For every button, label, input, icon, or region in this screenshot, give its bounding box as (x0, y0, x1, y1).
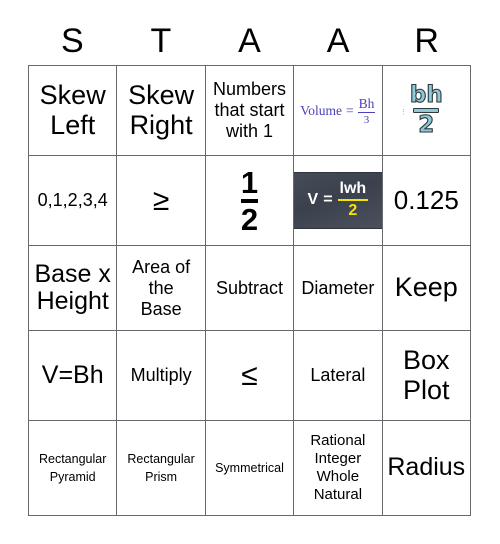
bingo-cell-label: 0,1,2,3,4 (37, 190, 108, 210)
bingo-cell-subtract[interactable]: Subtract (204, 245, 295, 331)
bingo-cell-label: Rectangular Pyramid (38, 452, 107, 484)
bingo-cell-label: Keep (394, 272, 458, 303)
header-letter-3: A (326, 22, 350, 60)
bingo-cell-one-half-fraction[interactable]: 12 (204, 155, 295, 246)
bingo-cell-area-of-the-base[interactable]: Area of the Base (116, 245, 206, 331)
bingo-cell-label: ≤ (241, 358, 258, 392)
bingo-cell-label: Area of the Base (132, 256, 191, 319)
bingo-cell-symmetrical[interactable]: Symmetrical (204, 420, 295, 516)
formula-numerator: bh (409, 82, 443, 108)
bh-over-2-formula-image: ⋮ bh 2 (400, 82, 443, 138)
decorative-dots-icon: ⋮ (399, 109, 407, 117)
bingo-row: Base x Height Area of the Base Subtract Dia… (27, 245, 472, 331)
bingo-cell-keep[interactable]: Keep (381, 245, 472, 331)
bingo-cell-label: Numbers that start with 1 (212, 79, 286, 141)
bingo-cell-multiply[interactable]: Multiply (116, 330, 206, 421)
formula-numerator: lwh (337, 180, 369, 201)
bingo-cell-box-plot[interactable]: Box Plot (381, 330, 472, 421)
bingo-cell-label: Subtract (215, 277, 283, 298)
bingo-cell-rectangular-prism[interactable]: Rectangular Prism (116, 420, 206, 516)
bingo-cell-numbers-start-1[interactable]: Numbers that start with 1 (204, 65, 295, 156)
header-letter-4: R (414, 22, 439, 60)
bingo-cell-less-or-equal[interactable]: ≤ (204, 330, 295, 421)
chalk-formula-content: V = lwh 2 (308, 180, 369, 220)
bingo-cell-label: Skew Left (39, 80, 106, 140)
bingo-cell-zero-point-one-two-five[interactable]: 0.125 (381, 155, 472, 246)
bingo-cell-label: Rectangular Prism (127, 452, 195, 484)
bingo-cell-number-sets[interactable]: Rational Integer Whole Natural (293, 420, 383, 516)
bingo-cell-volume-bh-over-3[interactable]: Volume = Bh 3 (293, 65, 383, 156)
bingo-cell-label: Multiply (130, 365, 192, 385)
volume-lwh-formula-image: V = lwh 2 (294, 172, 382, 229)
bingo-card-grid: Skew Left Skew Right Numbers that start wi… (27, 65, 472, 516)
formula-denominator: 2 (418, 112, 435, 138)
bingo-cell-label: ≥ (152, 183, 170, 217)
bingo-cell-label: Rational Integer Whole Natural (310, 432, 366, 503)
formula-fraction: lwh 2 (337, 180, 369, 220)
formula-numerator: Bh (357, 95, 376, 113)
bingo-cell-label: 0.125 (393, 185, 459, 215)
bingo-row: V=Bh Multiply ≤ Lateral Box Plot (27, 330, 472, 421)
bingo-cell-v-equals-lwh-over-2[interactable]: V = lwh 2 (293, 155, 383, 246)
bingo-cell-radius[interactable]: Radius (381, 420, 472, 516)
bingo-cell-label: Diameter (301, 277, 375, 298)
volume-formula-image: Volume = Bh 3 (300, 95, 376, 126)
formula-label: V (307, 191, 319, 208)
formula-fraction: Bh 3 (357, 95, 376, 126)
bingo-cell-label: Base x Height (34, 259, 111, 315)
bingo-cell-diameter[interactable]: Diameter (293, 245, 383, 331)
bingo-cell-greater-or-equal[interactable]: ≥ (116, 155, 206, 246)
fraction-denominator: 2 (240, 201, 259, 237)
bingo-cell-skew-left[interactable]: Skew Left (27, 65, 118, 156)
bingo-cell-base-times-height[interactable]: Base x Height (27, 245, 118, 331)
bingo-row: Skew Left Skew Right Numbers that start wi… (27, 65, 472, 156)
bingo-cell-rectangular-pyramid[interactable]: Rectangular Pyramid (27, 420, 118, 516)
bingo-cell-skew-right[interactable]: Skew Right (116, 65, 206, 156)
formula-equals-sign: = (323, 191, 333, 208)
fraction-one-half: 12 (240, 164, 259, 237)
bingo-cell-label: Radius (387, 453, 466, 482)
bingo-cell-label: V=Bh (41, 360, 104, 389)
header-letter-0: S (60, 22, 84, 60)
header-letter-1: T (150, 22, 172, 60)
bingo-cell-zero-to-four[interactable]: 0,1,2,3,4 (27, 155, 118, 246)
bingo-cell-lateral[interactable]: Lateral (293, 330, 383, 421)
formula-equals-sign: = (346, 102, 354, 118)
bingo-cell-label: Box Plot (403, 345, 450, 405)
header-letter-2: A (238, 22, 261, 60)
formula-denominator: 3 (363, 113, 370, 126)
bingo-header-letters: S T A A R (28, 18, 471, 64)
bingo-cell-label: Lateral (310, 365, 366, 385)
formula-label: Volume (300, 102, 343, 118)
bingo-cell-v-equals-bh[interactable]: V=Bh (27, 330, 118, 421)
bingo-cell-label: Skew Right (128, 80, 195, 140)
bingo-row: Rectangular Pyramid Rectangular Prism Symm… (27, 420, 472, 516)
bingo-cell-bh-over-2[interactable]: ⋮ bh 2 (381, 65, 472, 156)
fraction-numerator: 1 (240, 164, 259, 200)
bh-over-2-fraction: bh 2 (409, 82, 443, 138)
bingo-cell-label: Symmetrical (215, 461, 284, 475)
bingo-row: 0,1,2,3,4 ≥1 2 V = lwh 2 0.125 (27, 155, 472, 246)
formula-denominator: 2 (348, 202, 358, 219)
